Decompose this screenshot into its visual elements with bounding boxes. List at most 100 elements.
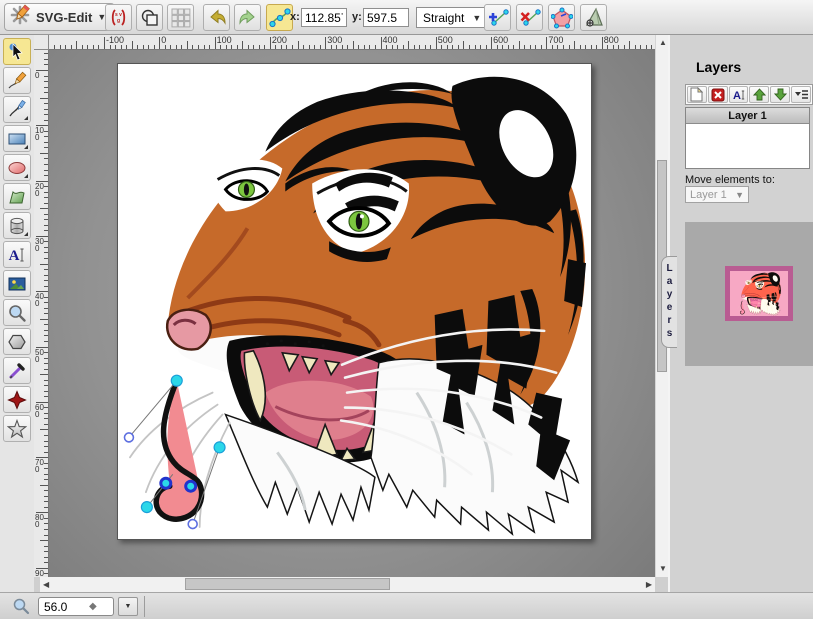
ruler-tick — [44, 280, 48, 281]
zoom-spinner-icon[interactable]: ◆ — [89, 601, 97, 612]
undo-button[interactable] — [203, 4, 230, 31]
scroll-left-icon[interactable]: ◀ — [43, 581, 49, 589]
ruler-tick — [44, 518, 48, 519]
ruler-tick — [502, 45, 503, 49]
rename-layer-button[interactable]: A — [729, 86, 749, 103]
layers-panel-toggle-tab[interactable]: Layers — [661, 256, 677, 348]
ruler-label: 800 — [604, 35, 619, 45]
path-tool[interactable] — [3, 183, 31, 210]
ruler-tick — [237, 45, 238, 49]
workspace — [49, 50, 655, 577]
eyedropper-tool[interactable] — [3, 357, 31, 384]
ruler-tick — [480, 45, 481, 49]
pencil-tool[interactable] — [3, 67, 31, 94]
y-coordinate-input[interactable] — [363, 8, 409, 27]
main-menu-button[interactable]: SVG-Edit ▼ — [4, 3, 115, 31]
ruler-tick — [44, 136, 48, 137]
ruler-tick — [40, 540, 48, 541]
ruler-tick — [425, 45, 426, 49]
path-node — [186, 481, 196, 491]
horizontal-scrollbar[interactable]: ◀ ▶ — [40, 577, 655, 592]
link-control-points-button[interactable] — [266, 4, 293, 31]
ruler-tick — [331, 45, 332, 49]
rotate-tool-button[interactable] — [580, 4, 607, 31]
ruler-tick — [44, 103, 48, 104]
layer-menu-button[interactable] — [791, 86, 811, 103]
ruler-tick — [298, 41, 299, 49]
ruler-tick — [132, 41, 133, 49]
delete-layer-button[interactable] — [708, 86, 728, 103]
ruler-tick — [44, 391, 48, 392]
zoom-preset-dropdown[interactable]: ▼ — [118, 597, 138, 616]
ruler-tick — [552, 45, 553, 49]
ruler-tick — [40, 98, 48, 99]
tiger-drawing — [118, 64, 591, 539]
burst-tool[interactable] — [3, 386, 31, 413]
star-tool[interactable] — [3, 415, 31, 442]
scroll-up-icon[interactable]: ▲ — [659, 39, 667, 47]
ruler-tick — [44, 546, 48, 547]
ruler-tick — [602, 37, 603, 49]
zoom-tool[interactable] — [3, 299, 31, 326]
source-code-button[interactable]: s v g — [105, 4, 132, 31]
ruler-tick — [98, 45, 99, 49]
ruler-tick — [82, 45, 83, 49]
ruler-tick — [419, 45, 420, 49]
ruler-tick — [342, 45, 343, 49]
ruler-tick — [65, 45, 66, 49]
ruler-tick — [44, 286, 48, 287]
ruler-tick — [557, 45, 558, 49]
ruler-tick — [44, 557, 48, 558]
ruler-label: 700 — [35, 459, 44, 473]
redo-button[interactable] — [234, 4, 261, 31]
grid-button[interactable] — [167, 4, 194, 31]
drawing-thumbnail[interactable] — [725, 266, 793, 321]
ruler-tick — [624, 45, 625, 49]
new-layer-button[interactable] — [687, 86, 707, 103]
ruler-tick — [270, 37, 271, 49]
ruler-tick — [508, 45, 509, 49]
open-path-button[interactable] — [548, 4, 575, 31]
zoom-level-input[interactable] — [39, 600, 87, 614]
svg-canvas[interactable] — [117, 63, 592, 540]
select-tool[interactable] — [3, 38, 31, 65]
polygon-tool[interactable] — [3, 328, 31, 355]
ruler-tick — [44, 158, 48, 159]
ruler-tick — [44, 247, 48, 248]
delete-node-button[interactable] — [516, 4, 543, 31]
scroll-right-icon[interactable]: ▶ — [646, 581, 652, 589]
ruler-tick — [137, 45, 138, 49]
ruler-tick — [607, 45, 608, 49]
ruler-tick — [209, 45, 210, 49]
segment-type-select[interactable]: Straight ▼ — [416, 7, 488, 28]
ruler-tick — [381, 37, 382, 49]
ruler-tick — [121, 45, 122, 49]
x-coordinate-input[interactable] — [301, 8, 347, 27]
clone-node-button[interactable] — [484, 4, 511, 31]
ruler-tick — [44, 219, 48, 220]
layers-panel: Layers A — [668, 35, 813, 592]
rectangle-tool[interactable] — [3, 125, 31, 152]
image-tool[interactable] — [3, 270, 31, 297]
left-toolbar: A — [0, 35, 34, 592]
ellipse-tool[interactable] — [3, 154, 31, 181]
document-properties-button[interactable] — [136, 4, 163, 31]
horizontal-scrollbar-thumb[interactable] — [185, 578, 390, 590]
ruler-tick — [44, 535, 48, 536]
ruler-tick — [646, 45, 647, 49]
line-tool[interactable] — [3, 96, 31, 123]
move-layer-down-button[interactable] — [770, 86, 790, 103]
move-layer-up-button[interactable] — [749, 86, 769, 103]
move-elements-select[interactable]: Layer 1 ▼ — [685, 186, 749, 203]
scroll-down-icon[interactable]: ▼ — [659, 565, 667, 573]
layer-row-layer1[interactable]: Layer 1 — [686, 108, 809, 124]
path-node — [161, 478, 171, 488]
control-handle — [188, 520, 197, 529]
ruler-tick — [44, 369, 48, 370]
ruler-tick — [44, 186, 48, 187]
ruler-tick — [226, 45, 227, 49]
ruler-tick — [44, 413, 48, 414]
ruler-tick — [44, 308, 48, 309]
text-tool[interactable]: A — [3, 241, 31, 268]
shape-library-tool[interactable] — [3, 212, 31, 239]
